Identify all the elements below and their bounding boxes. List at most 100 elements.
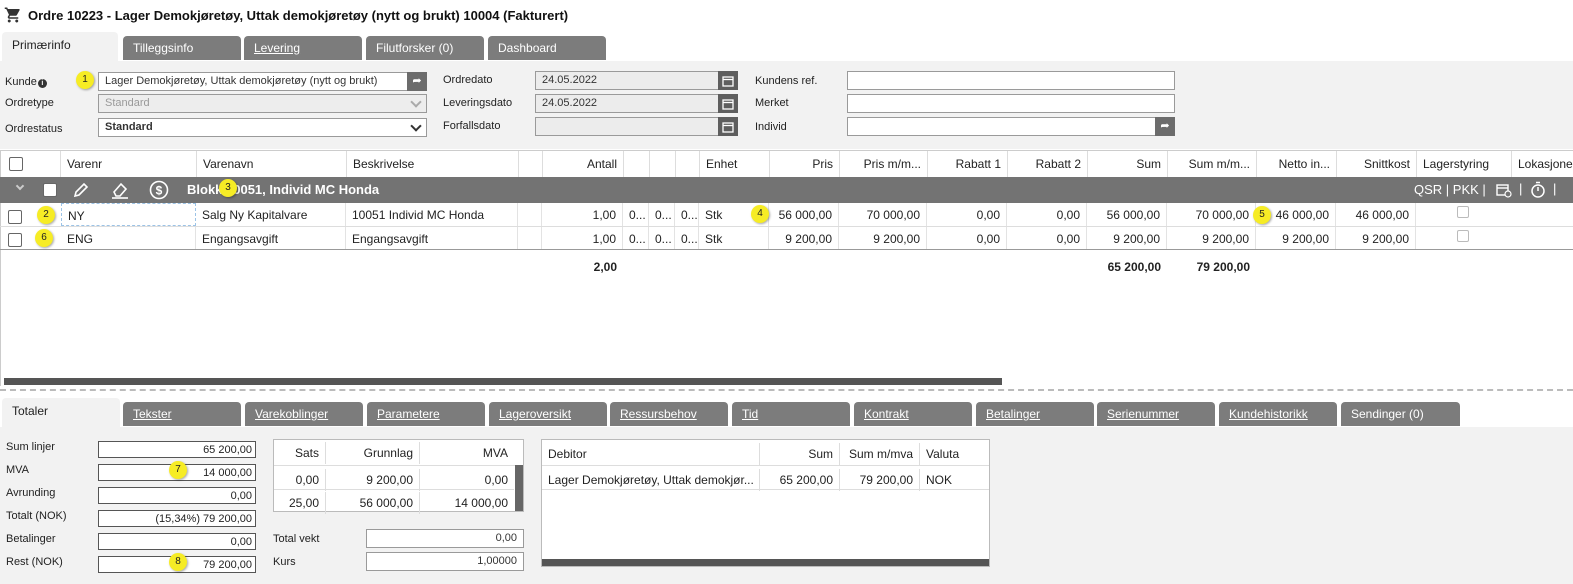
kundens-ref-field[interactable] <box>847 71 1175 90</box>
tab-levering[interactable]: Levering <box>244 36 362 60</box>
forfallsdato-field[interactable] <box>535 117 719 136</box>
row-varenavn[interactable]: Salg Ny Kapitalvare <box>196 203 346 226</box>
row-divider <box>274 465 523 466</box>
row-antall[interactable]: 1,00 <box>542 203 623 226</box>
row-lagerstyring-checkbox[interactable] <box>1457 230 1469 242</box>
tab-ressursbehov[interactable]: Ressursbehov <box>610 402 728 426</box>
tab-tekster[interactable]: Tekster <box>123 402 241 426</box>
column-header-varenavn[interactable]: Varenavn <box>197 151 347 177</box>
tab-filutforsker[interactable]: Filutforsker (0) <box>366 36 484 60</box>
column-header-enhet[interactable]: Enhet <box>700 151 770 177</box>
kunde-field[interactable]: Lager Demokjøretøy, Uttak demokjøretøy (… <box>98 72 408 91</box>
column-header-netto[interactable]: Netto in... <box>1257 151 1337 177</box>
row-snittkost[interactable]: 46 000,00 <box>1336 203 1416 226</box>
column-header-beskrivelse[interactable]: Beskrivelse <box>347 151 519 177</box>
tab-dashboard[interactable]: Dashboard <box>488 36 606 60</box>
individ-field[interactable] <box>847 117 1157 136</box>
annotation-badge-7: 7 <box>169 461 187 479</box>
row-varenr[interactable]: NY <box>61 203 196 226</box>
row-enhet[interactable]: Stk <box>699 227 769 250</box>
horizontal-scrollbar[interactable] <box>4 378 1002 385</box>
column-header-sum-mm[interactable]: Sum m/m... <box>1168 151 1257 177</box>
debitor-scrollbar[interactable] <box>542 559 989 566</box>
column-header-pris-mm[interactable]: Pris m/m... <box>840 151 928 177</box>
individ-goto-icon[interactable]: ➦ <box>1155 117 1175 136</box>
dollar-icon[interactable]: $ <box>149 180 169 200</box>
kunde-goto-icon[interactable]: ➦ <box>407 72 427 91</box>
tab-varekoblinger[interactable]: Varekoblinger <box>245 402 363 426</box>
collapse-chevron-icon[interactable] <box>15 181 25 191</box>
row-beskrivelse[interactable]: Engangsavgift <box>346 227 518 250</box>
group-checkbox[interactable] <box>43 183 57 197</box>
debitor-cell[interactable]: 65 200,00 <box>760 469 840 491</box>
debitor-cell[interactable]: Lager Demokjøretøy, Uttak demokjør... <box>542 469 760 491</box>
stopwatch-icon[interactable] <box>1530 181 1546 198</box>
row-rabatt2[interactable]: 0,00 <box>1007 227 1087 250</box>
row-c3[interactable]: 0... <box>675 203 699 226</box>
column-header-lokasjon[interactable]: Lokasjone <box>1512 151 1573 177</box>
row-sum[interactable]: 56 000,00 <box>1087 203 1167 226</box>
pencil-icon[interactable] <box>72 181 90 199</box>
row-c1[interactable]: 0... <box>623 227 649 250</box>
leveringsdato-field[interactable]: 24.05.2022 <box>535 94 719 113</box>
eraser-icon[interactable] <box>110 180 130 200</box>
tab-betalinger[interactable]: Betalinger <box>976 402 1094 426</box>
tab-serienummer[interactable]: Serienummer <box>1097 402 1215 426</box>
row-rabatt2[interactable]: 0,00 <box>1007 203 1087 226</box>
column-header-rabatt2[interactable]: Rabatt 2 <box>1008 151 1088 177</box>
group-actions[interactable]: QSR | PKK | <box>1414 182 1486 197</box>
tab-kontrakt[interactable]: Kontrakt <box>854 402 972 426</box>
tab-kundehistorikk[interactable]: Kundehistorikk <box>1219 402 1337 426</box>
row-checkbox[interactable] <box>8 233 22 247</box>
row-varenavn[interactable]: Engangsavgift <box>196 227 346 250</box>
row-pris-mm[interactable]: 70 000,00 <box>839 203 927 226</box>
row-c1[interactable]: 0... <box>623 203 649 226</box>
calendar-icon[interactable] <box>718 71 738 90</box>
column-header-varenr[interactable]: Varenr <box>61 151 197 177</box>
column-header-lagerstyring[interactable]: Lagerstyring <box>1417 151 1512 177</box>
tab-totaler[interactable]: Totaler <box>2 398 120 427</box>
calendar-icon[interactable] <box>718 117 738 136</box>
row-lagerstyring-checkbox[interactable] <box>1457 206 1469 218</box>
row-checkbox[interactable] <box>8 210 22 224</box>
tab-primaerinfo[interactable]: Primærinfo <box>2 32 118 61</box>
tab-tilleggsinfo[interactable]: Tilleggsinfo <box>123 36 241 60</box>
ordredato-field[interactable]: 24.05.2022 <box>535 71 719 90</box>
row-pris[interactable]: 9 200,00 <box>769 227 839 250</box>
row-varenr[interactable]: ENG <box>61 227 196 250</box>
row-rabatt1[interactable]: 0,00 <box>927 203 1007 226</box>
column-header-antall[interactable]: Antall <box>543 151 624 177</box>
vat-scrollbar[interactable] <box>515 465 523 511</box>
row-antall[interactable]: 1,00 <box>542 227 623 250</box>
row-sum[interactable]: 9 200,00 <box>1087 227 1167 250</box>
row-pris[interactable]: 56 000,00 <box>769 203 839 226</box>
select-all-checkbox[interactable] <box>9 157 23 171</box>
column-header-sum[interactable]: Sum <box>1088 151 1168 177</box>
tab-lageroversikt[interactable]: Lageroversikt <box>489 402 607 426</box>
row-snittkost[interactable]: 9 200,00 <box>1336 227 1416 250</box>
ordrestatus-select[interactable]: Standard <box>98 118 427 137</box>
tab-tid[interactable]: Tid <box>732 402 850 426</box>
calendar-icon[interactable] <box>718 94 738 113</box>
splitter[interactable] <box>0 389 1573 391</box>
row-c3[interactable]: 0... <box>675 227 699 250</box>
row-rabatt1[interactable]: 0,00 <box>927 227 1007 250</box>
row-c2[interactable]: 0... <box>649 227 675 250</box>
row-pris-mm[interactable]: 9 200,00 <box>839 227 927 250</box>
row-c2[interactable]: 0... <box>649 203 675 226</box>
row-sum-mm[interactable]: 9 200,00 <box>1167 227 1256 250</box>
debitor-cell[interactable]: 79 200,00 <box>840 469 920 491</box>
column-header-blank <box>519 151 543 177</box>
row-sum-mm[interactable]: 70 000,00 <box>1167 203 1256 226</box>
calendar-clock-icon[interactable] <box>1496 182 1512 198</box>
merket-field[interactable] <box>847 94 1175 113</box>
debitor-cell[interactable]: NOK <box>920 469 988 491</box>
ordretype-select[interactable]: Standard <box>98 94 427 113</box>
column-header-rabatt1[interactable]: Rabatt 1 <box>928 151 1008 177</box>
row-beskrivelse[interactable]: 10051 Individ MC Honda <box>346 203 518 226</box>
column-header-snittkost[interactable]: Snittkost <box>1337 151 1417 177</box>
tab-sendinger[interactable]: Sendinger (0) <box>1341 402 1460 426</box>
column-header-pris[interactable]: Pris <box>770 151 840 177</box>
tab-parametere[interactable]: Parametere <box>367 402 485 426</box>
row-netto[interactable]: 9 200,00 <box>1256 227 1336 250</box>
